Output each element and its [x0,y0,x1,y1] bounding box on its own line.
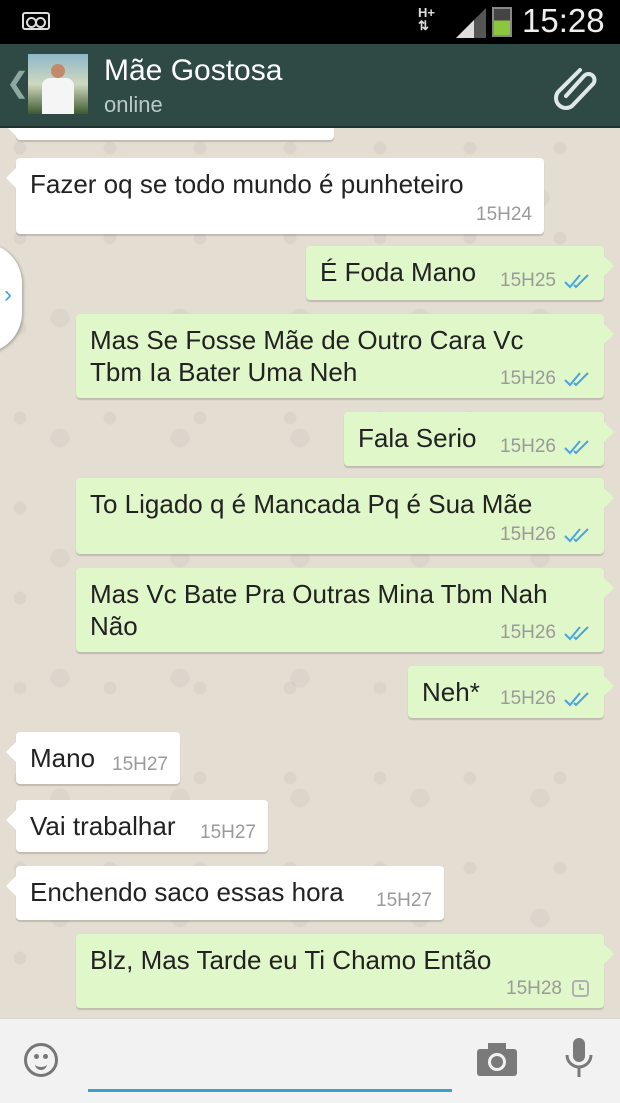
battery-icon [492,7,512,37]
double-tick-icon [564,440,589,455]
message-bubble[interactable]: Fazer oq se todo mundo é punheteiro 15H2… [6,158,544,234]
message-bubble[interactable]: Mas Vc Bate Pra Outras Mina Tbm Nah Não … [76,568,614,652]
back-icon[interactable]: ❮ [6,66,29,99]
message-list[interactable]: Fazer oq se todo mundo é punheteiro 15H2… [0,128,620,1018]
message-time: 15H26 [500,436,592,458]
status-bar: H+ ⇅ 15:28 [0,0,620,44]
message-time: 15H26 [500,524,592,546]
attach-icon[interactable] [552,62,600,110]
message-bubble-partial [6,128,334,140]
emoji-icon[interactable] [24,1043,58,1077]
network-type: H+ ⇅ [418,5,435,33]
message-time: 15H26 [500,368,592,390]
chat-header: ❮ Mãe Gostosa online [0,44,620,128]
voicemail-icon [22,12,50,30]
message-time: 15H28 [506,978,592,1000]
message-time: 15H25 [500,270,592,292]
signal-icon [456,8,486,38]
double-tick-icon [564,692,589,707]
side-panel-tab[interactable]: › [0,243,22,353]
double-tick-icon [564,528,589,543]
mic-icon[interactable] [564,1037,594,1081]
message-time: 15H27 [200,822,256,843]
message-composer [0,1018,620,1103]
message-bubble[interactable]: To Ligado q é Mancada Pq é Sua Mãe 15H26 [76,478,614,554]
message-time: 15H26 [500,622,592,644]
message-text: É Foda Mano [320,257,477,287]
double-tick-icon [564,274,589,289]
message-bubble[interactable]: Neh* 15H26 [408,666,614,718]
message-text: Enchendo saco essas hora [30,877,344,907]
message-text: Fazer oq se todo mundo é punheteiro [30,169,464,199]
contact-status: online [104,92,163,117]
avatar[interactable] [28,54,88,114]
message-bubble[interactable]: Fala Serio 15H26 [344,412,614,466]
message-text: To Ligado q é Mancada Pq é Sua Mãe [90,489,533,519]
message-time: 15H26 [500,688,592,710]
message-bubble[interactable]: Vai trabalhar 15H27 [6,800,268,852]
message-bubble[interactable]: Mano 15H27 [6,732,180,784]
message-time: 15H27 [112,754,168,775]
message-text: Neh* [422,677,480,707]
camera-icon[interactable] [476,1041,518,1077]
message-text: Vai trabalhar [30,811,176,841]
message-text: Fala Serio [358,423,477,453]
double-tick-icon [564,626,589,641]
message-bubble[interactable]: Mas Se Fosse Mãe de Outro Cara Vc Tbm Ia… [76,314,614,398]
chevron-right-icon: › [4,281,12,308]
message-input[interactable] [88,1049,452,1092]
message-time: 15H24 [476,204,532,225]
clock-time: 15:28 [522,2,605,39]
message-bubble[interactable]: Blz, Mas Tarde eu Ti Chamo Então 15H28 [76,934,614,1008]
contact-name[interactable]: Mãe Gostosa [104,54,282,88]
clock-icon [572,979,589,997]
message-time: 15H27 [376,890,432,911]
message-text: Blz, Mas Tarde eu Ti Chamo Então [90,945,492,975]
message-text: Mano [30,743,96,773]
message-bubble[interactable]: Enchendo saco essas hora 15H27 [6,866,444,920]
message-text: Mas Se Fosse Mãe de Outro Cara Vc Tbm Ia… [90,325,524,387]
message-bubble[interactable]: É Foda Mano 15H25 [306,246,614,300]
double-tick-icon [564,372,589,387]
